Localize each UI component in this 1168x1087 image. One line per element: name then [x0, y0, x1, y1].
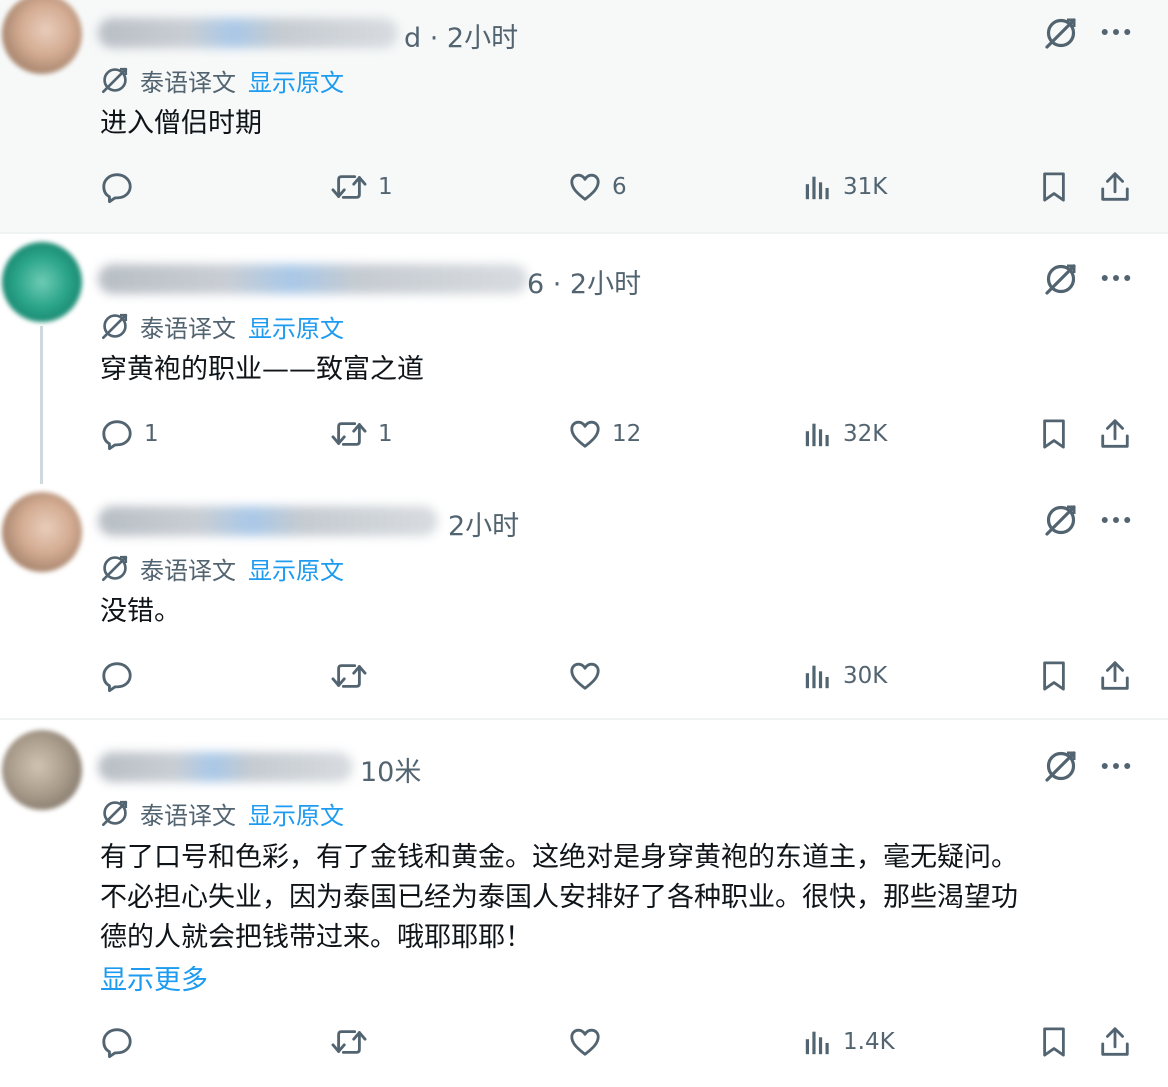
- avatar[interactable]: [2, 730, 82, 810]
- reply-icon: [100, 170, 134, 204]
- reply-feed: d · 2小时 泰语译文 显示原文 进入僧侣时期 1 6 31K 6 · 2小时…: [0, 0, 1168, 1087]
- tweet-meta: 6 · 2小时: [527, 269, 642, 300]
- more-icon[interactable]: [1101, 516, 1131, 524]
- tweet-text: 穿黄袍的职业——致富之道: [100, 354, 424, 385]
- thread-line: [40, 326, 43, 484]
- like-icon: [568, 659, 602, 693]
- retweet-button[interactable]: [330, 659, 378, 693]
- translation-bar: 泰语译文 显示原文: [100, 63, 344, 97]
- reply-button[interactable]: [100, 659, 144, 693]
- retweet-count: 1: [378, 421, 393, 447]
- translation-bar: 泰语译文 显示原文: [100, 796, 344, 830]
- views-button[interactable]: 30K: [803, 661, 887, 691]
- show-original-link[interactable]: 显示原文: [248, 551, 344, 586]
- retweet-icon: [330, 170, 368, 204]
- share-icon[interactable]: [1098, 659, 1132, 693]
- like-count: 12: [612, 421, 642, 447]
- translation-label: 泰语译文: [140, 556, 236, 585]
- avatar[interactable]: [2, 0, 82, 74]
- translation-label: 泰语译文: [140, 68, 236, 97]
- views-button[interactable]: 32K: [803, 419, 887, 449]
- views-icon: [803, 1027, 833, 1057]
- translation-label: 泰语译文: [140, 314, 236, 343]
- views-button[interactable]: 31K: [803, 172, 887, 202]
- reply-icon: [100, 659, 134, 693]
- translation-bar: 泰语译文 显示原文: [100, 309, 344, 343]
- share-icon[interactable]: [1098, 1025, 1132, 1059]
- grok-icon[interactable]: [1043, 748, 1079, 784]
- grok-icon[interactable]: [1043, 15, 1079, 51]
- like-icon: [568, 417, 602, 451]
- author-name[interactable]: [98, 506, 438, 536]
- translate-icon: [100, 65, 130, 95]
- tweet-text: 进入僧侣时期: [100, 108, 262, 139]
- retweet-icon: [330, 417, 368, 451]
- retweet-button[interactable]: 1: [330, 417, 393, 451]
- like-button[interactable]: [568, 1025, 612, 1059]
- views-button[interactable]: 1.4K: [803, 1027, 895, 1057]
- tweet-4[interactable]: 10米 泰语译文 显示原文 有了口号和色彩，有了金钱和黄金。这绝对是身穿黄袍的东…: [0, 720, 1168, 1087]
- show-original-link[interactable]: 显示原文: [248, 796, 344, 831]
- translate-icon: [100, 311, 130, 341]
- like-button[interactable]: 12: [568, 417, 641, 451]
- show-original-link[interactable]: 显示原文: [248, 309, 344, 344]
- bookmark-icon[interactable]: [1039, 417, 1069, 451]
- retweet-button[interactable]: [330, 1025, 378, 1059]
- views-icon: [803, 661, 833, 691]
- retweet-icon: [330, 1025, 368, 1059]
- tweet-1[interactable]: d · 2小时 泰语译文 显示原文 进入僧侣时期 1 6 31K: [0, 0, 1168, 233]
- tweet-text-line: 有了口号和色彩，有了金钱和黄金。这绝对是身穿黄袍的东道主，毫无疑问。: [100, 842, 1018, 873]
- share-icon[interactable]: [1098, 417, 1132, 451]
- views-icon: [803, 419, 833, 449]
- show-more-link[interactable]: 显示更多: [100, 958, 208, 997]
- translation-label: 泰语译文: [140, 801, 236, 830]
- reply-count: 1: [144, 421, 159, 447]
- more-icon[interactable]: [1101, 762, 1131, 770]
- reply-icon: [100, 1025, 134, 1059]
- view-count: 32K: [843, 421, 888, 447]
- tweet-text-line: 德的人就会把钱带过来。哦耶耶耶！: [100, 922, 532, 953]
- reply-button[interactable]: 1: [100, 417, 159, 451]
- views-icon: [803, 172, 833, 202]
- avatar[interactable]: [2, 242, 82, 322]
- tweet-text: 没错。: [100, 596, 181, 627]
- tweet-text: 有了口号和色彩，有了金钱和黄金。这绝对是身穿黄袍的东道主，毫无疑问。 不必担心失…: [100, 838, 1018, 958]
- tweet-meta: d · 2小时: [404, 23, 519, 54]
- more-icon[interactable]: [1101, 28, 1131, 36]
- view-count: 1.4K: [843, 1029, 895, 1055]
- tweet-meta: 10米: [360, 757, 422, 788]
- like-icon: [568, 1025, 602, 1059]
- view-count: 30K: [843, 663, 888, 689]
- tweet-3[interactable]: 2小时 泰语译文 显示原文 没错。 30K: [0, 484, 1168, 718]
- grok-icon[interactable]: [1043, 502, 1079, 538]
- translate-icon: [100, 798, 130, 828]
- reply-button[interactable]: [100, 170, 144, 204]
- share-icon[interactable]: [1098, 170, 1132, 204]
- avatar[interactable]: [2, 492, 82, 572]
- translate-icon: [100, 553, 130, 583]
- translation-bar: 泰语译文 显示原文: [100, 551, 344, 585]
- author-name[interactable]: [98, 752, 353, 782]
- show-original-link[interactable]: 显示原文: [248, 63, 344, 98]
- tweet-2[interactable]: 6 · 2小时 泰语译文 显示原文 穿黄袍的职业——致富之道 1 1 12 32…: [0, 234, 1168, 484]
- retweet-count: 1: [378, 174, 393, 200]
- retweet-button[interactable]: 1: [330, 170, 393, 204]
- reply-button[interactable]: [100, 1025, 144, 1059]
- retweet-icon: [330, 659, 368, 693]
- bookmark-icon[interactable]: [1039, 659, 1069, 693]
- grok-icon[interactable]: [1043, 261, 1079, 297]
- more-icon[interactable]: [1101, 274, 1131, 282]
- like-count: 6: [612, 174, 627, 200]
- author-name[interactable]: [98, 18, 398, 48]
- bookmark-icon[interactable]: [1039, 170, 1069, 204]
- tweet-text-line: 不必担心失业，因为泰国已经为泰国人安排好了各种职业。很快，那些渴望功: [100, 882, 1018, 913]
- tweet-meta: 2小时: [448, 511, 520, 542]
- view-count: 31K: [843, 174, 888, 200]
- reply-icon: [100, 417, 134, 451]
- author-name[interactable]: [98, 264, 528, 294]
- like-button[interactable]: [568, 659, 612, 693]
- like-button[interactable]: 6: [568, 170, 627, 204]
- bookmark-icon[interactable]: [1039, 1025, 1069, 1059]
- like-icon: [568, 170, 602, 204]
